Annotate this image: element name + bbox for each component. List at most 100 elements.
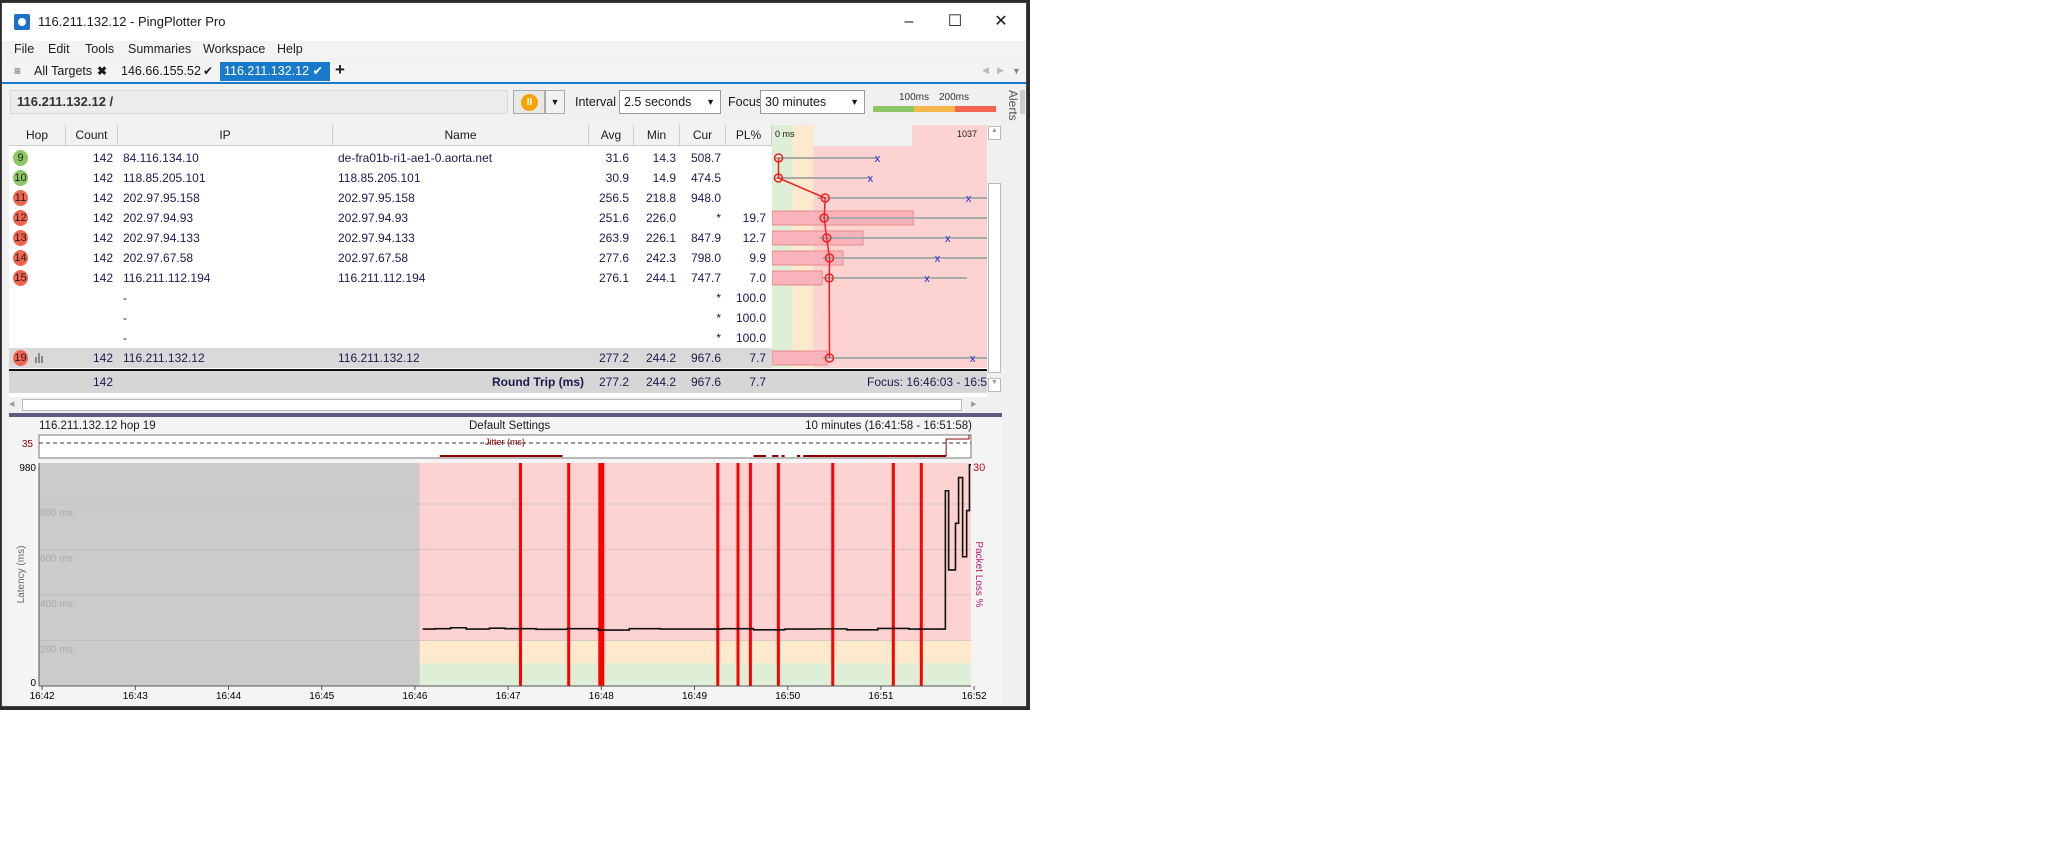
tab-target[interactable]: 146.66.155.52 xyxy=(117,62,205,81)
summary-focus-range: Focus: 16:46:03 - 16:51:58 xyxy=(867,375,987,389)
app-window: 116.211.132.12 - PingPlotter Pro – ☐ ✕ F… xyxy=(1,2,1027,707)
table-row[interactable]: 13 142 202.97.94.133 202.97.94.133 263.9 226.… xyxy=(9,228,772,248)
y-axis-title: Latency (ms) xyxy=(16,546,27,604)
menu-file[interactable]: File xyxy=(14,42,34,56)
table-row[interactable]: 9 142 84.116.134.10 de-fra01b-ri1-ae1-0.aor… xyxy=(9,148,772,168)
hop-avg xyxy=(589,308,629,328)
alerts-tab[interactable]: Alerts xyxy=(1006,90,1020,121)
table-vertical-scrollbar[interactable]: ▲ ▼ xyxy=(987,125,1002,397)
column-header-count[interactable]: Count xyxy=(66,125,118,146)
table-row[interactable]: 19 142 116.211.132.12 116.211.132.12 277.2 24… xyxy=(9,348,772,368)
hop-badge: 13 xyxy=(13,230,28,246)
close-button[interactable]: ✕ xyxy=(978,9,1024,35)
hop-cur: 847.9 xyxy=(690,231,721,245)
tab-all-targets[interactable]: All Targets xyxy=(30,62,96,81)
close-tab-icon[interactable]: ✖ xyxy=(97,64,107,78)
packet-loss-bar xyxy=(736,463,740,686)
x-tick-label: 16:50 xyxy=(775,691,800,702)
column-header-avg[interactable]: Avg xyxy=(589,125,634,146)
target-tabs: ≡ All Targets ✖ 146.66.155.52 ✔ 116.211.… xyxy=(2,60,1026,82)
hop-cur: * xyxy=(716,211,721,225)
hop-name: 202.97.67.58 xyxy=(338,251,409,265)
table-horizontal-scrollbar[interactable]: ◀ ▶ xyxy=(9,398,987,412)
scroll-tabs-left-icon[interactable]: ◀ xyxy=(982,65,989,76)
pause-options-dropdown[interactable]: ▼ xyxy=(545,90,565,114)
table-row[interactable]: 10 142 118.85.205.101 118.85.205.101 30.9 14.… xyxy=(9,168,772,188)
summary-cur: 967.6 xyxy=(690,375,721,389)
table-row[interactable]: - * 100.0 xyxy=(9,308,772,328)
hop-avg: 263.9 xyxy=(598,231,629,245)
maximize-button[interactable]: ☐ xyxy=(932,9,978,35)
tab-target-selected[interactable]: 116.211.132.12 ✔ xyxy=(220,62,330,81)
hop-pl xyxy=(726,168,766,188)
scroll-right-icon[interactable]: ▶ xyxy=(971,398,985,412)
menu-workspace[interactable]: Workspace xyxy=(203,42,265,56)
y-grid-label: 200 ms xyxy=(40,644,73,655)
scroll-tabs-right-icon[interactable]: ▶ xyxy=(997,65,1004,76)
timeline-chart[interactable]: 35 Jitter (ms) 200 ms 400 ms 600 ms 800 ms 980… xyxy=(9,417,1002,706)
good-zone xyxy=(772,125,793,368)
alerts-panel[interactable]: Alerts xyxy=(1004,84,1026,706)
add-tab-button[interactable]: + xyxy=(335,60,345,80)
table-row[interactable]: - * 100.0 xyxy=(9,328,772,348)
check-icon: ✔ xyxy=(312,64,324,78)
column-header-cur[interactable]: Cur xyxy=(680,125,726,146)
menu-edit[interactable]: Edit xyxy=(48,42,70,56)
hop-avg: 251.6 xyxy=(598,211,629,225)
menu-summaries[interactable]: Summaries xyxy=(128,42,191,56)
hop-min: 218.8 xyxy=(645,191,676,205)
table-row[interactable]: - * 100.0 xyxy=(9,288,772,308)
hop-cur: 948.0 xyxy=(690,191,721,205)
hop-min: 226.0 xyxy=(645,211,676,225)
hop-ip: 202.97.94.133 xyxy=(123,231,200,245)
column-header-hop[interactable]: Hop xyxy=(9,125,66,146)
app-logo-icon xyxy=(14,14,30,30)
target-address-field[interactable]: 116.211.132.12 / xyxy=(10,90,508,114)
legend-200ms: 200ms xyxy=(939,92,970,103)
alerts-scrollbar[interactable] xyxy=(1020,90,1025,114)
table-row[interactable]: 11 142 202.97.95.158 202.97.95.158 256.5 218.… xyxy=(9,188,772,208)
focus-select[interactable]: 30 minutes ▼ xyxy=(760,90,865,114)
hop-min xyxy=(634,288,676,308)
scroll-left-icon[interactable]: ◀ xyxy=(9,398,21,412)
bar-chart-icon[interactable] xyxy=(35,353,45,363)
packet-loss-bar xyxy=(716,463,720,686)
hop-count xyxy=(66,308,113,328)
no-data-region xyxy=(39,463,420,686)
packet-loss-bar xyxy=(519,463,523,686)
y-max-label: 980 xyxy=(19,463,36,474)
h-scroll-thumb[interactable] xyxy=(22,399,962,411)
hop-count: 142 xyxy=(92,231,113,245)
check-icon: ✔ xyxy=(203,64,214,78)
table-row[interactable]: 12 142 202.97.94.93 202.97.94.93 251.6 226.0 *… xyxy=(9,208,772,228)
packet-loss-bar xyxy=(891,463,895,686)
hop-min: 14.9 xyxy=(652,171,676,185)
summary-count: 142 xyxy=(92,375,113,389)
table-row[interactable]: 15 142 116.211.112.194 116.211.112.194 276.1… xyxy=(9,268,772,288)
column-header-ip[interactable]: IP xyxy=(118,125,333,146)
column-header-name[interactable]: Name xyxy=(333,125,589,146)
hop-ip: 202.97.94.93 xyxy=(123,211,194,225)
tabs-menu-icon[interactable]: ▼ xyxy=(1012,66,1021,76)
hop-count xyxy=(66,328,113,348)
hop-pl: 9.9 xyxy=(749,251,766,265)
minimize-button[interactable]: – xyxy=(886,9,932,35)
menu-help[interactable]: Help xyxy=(277,42,303,56)
hop-badge: 9 xyxy=(13,150,28,166)
table-row[interactable]: 14 142 202.97.67.58 202.97.67.58 277.6 242.3 7… xyxy=(9,248,772,268)
hop-name: 202.97.94.93 xyxy=(338,211,409,225)
scroll-down-icon[interactable]: ▼ xyxy=(988,378,1001,392)
pause-button[interactable]: II xyxy=(513,90,545,114)
interval-select[interactable]: 2.5 seconds ▼ xyxy=(619,90,721,114)
menu-tools[interactable]: Tools xyxy=(85,42,114,56)
scroll-thumb[interactable] xyxy=(988,183,1001,373)
hop-name: 118.85.205.101 xyxy=(338,171,421,185)
column-header-min[interactable]: Min xyxy=(634,125,680,146)
warn-zone xyxy=(792,125,814,368)
column-header-pl[interactable]: PL% xyxy=(726,125,772,146)
hop-cur: 508.7 xyxy=(690,151,721,165)
scroll-up-icon[interactable]: ▲ xyxy=(988,126,1001,140)
hop-count: 142 xyxy=(92,271,113,285)
hop-cur: 747.7 xyxy=(690,271,721,285)
timeline-graph-pane: 116.211.132.12 hop 19 Default Settings 1… xyxy=(9,417,1002,706)
